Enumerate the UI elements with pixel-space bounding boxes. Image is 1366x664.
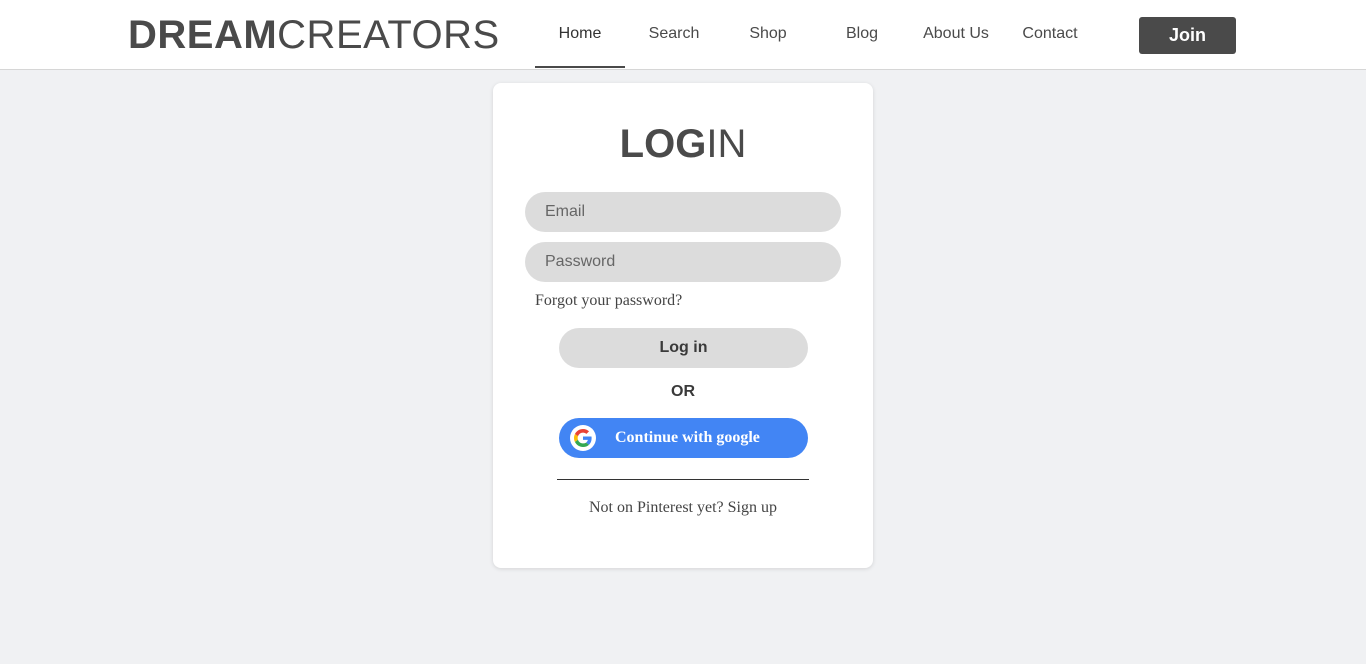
login-title: LOGIN — [493, 121, 873, 167]
join-button[interactable]: Join — [1139, 17, 1236, 54]
continue-with-google-button[interactable]: Continue with google — [559, 418, 808, 458]
nav-home-link[interactable]: Home — [535, 24, 625, 44]
google-button-label: Continue with google — [615, 429, 760, 446]
divider-line — [557, 479, 809, 480]
top-navbar: DREAMCREATORS Home Search Shop Blog Abou… — [0, 0, 1366, 70]
signup-link[interactable]: Not on Pinterest yet? Sign up — [493, 498, 873, 518]
nav-about-us-link[interactable]: About Us — [911, 24, 1001, 44]
login-title-light: IN — [706, 122, 747, 166]
forgot-password-link[interactable]: Forgot your password? — [535, 291, 682, 311]
email-field[interactable] — [525, 192, 841, 232]
nav-contact-link[interactable]: Contact — [1005, 24, 1095, 44]
nav-blog-link[interactable]: Blog — [817, 24, 907, 44]
site-logo[interactable]: DREAMCREATORS — [128, 13, 500, 57]
password-field[interactable] — [525, 242, 841, 282]
login-title-bold: LOG — [619, 122, 707, 166]
logo-light-text: CREATORS — [277, 13, 500, 57]
nav-active-indicator — [535, 66, 625, 68]
nav-shop-link[interactable]: Shop — [723, 24, 813, 44]
google-g-icon — [570, 425, 596, 451]
nav-search-link[interactable]: Search — [629, 24, 719, 44]
login-button[interactable]: Log in — [559, 328, 808, 368]
login-card: LOGIN Forgot your password? Log in OR Co… — [493, 83, 873, 568]
logo-bold-text: DREAM — [128, 13, 278, 57]
or-separator-text: OR — [671, 383, 695, 400]
